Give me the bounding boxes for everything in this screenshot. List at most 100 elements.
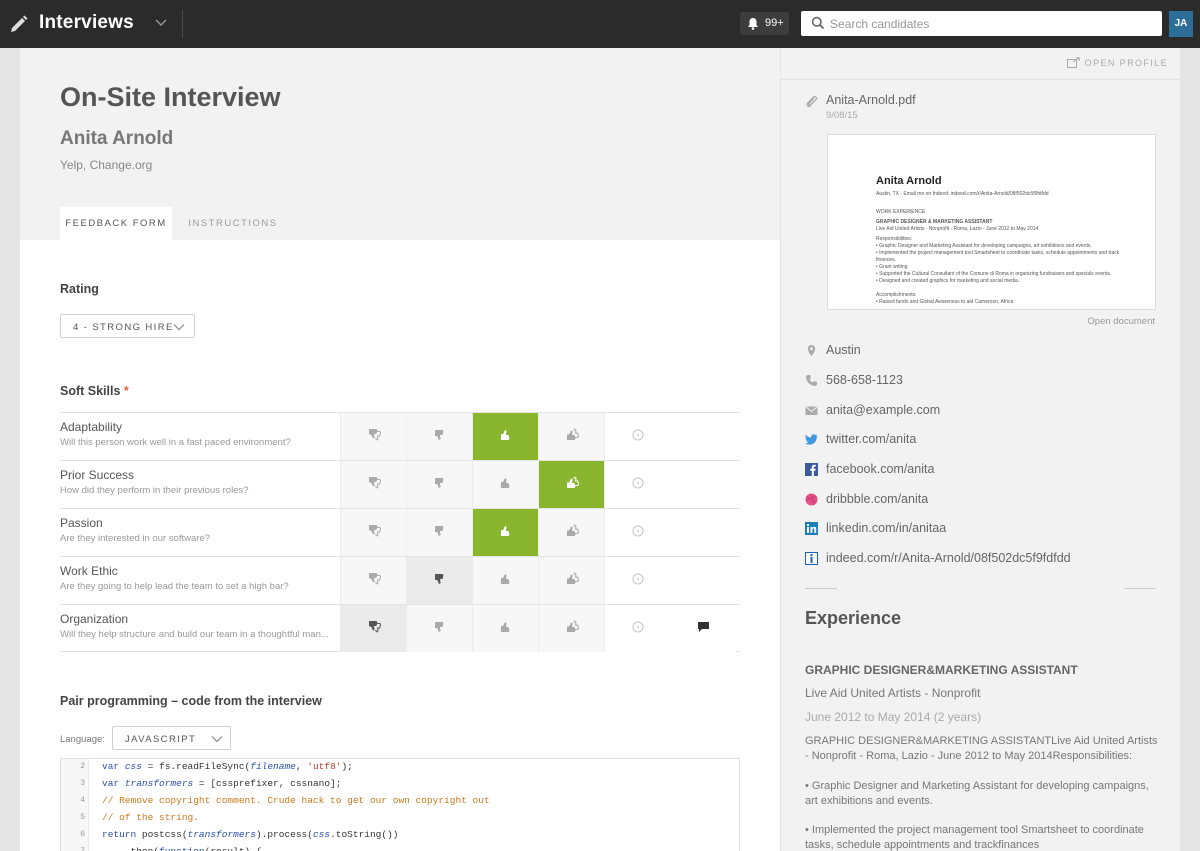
skill-label: Adaptability bbox=[60, 420, 123, 434]
thumb-down-button[interactable] bbox=[406, 509, 472, 556]
rating-label: Rating bbox=[60, 282, 99, 296]
open-document-link[interactable]: Open document bbox=[1087, 316, 1155, 327]
email-icon bbox=[805, 406, 818, 415]
contact-dribbble[interactable]: dribbble.com/anita bbox=[805, 491, 1165, 511]
skip-icon bbox=[632, 572, 644, 590]
language-select[interactable]: JAVASCRIPT bbox=[112, 726, 231, 750]
skip-button[interactable] bbox=[604, 461, 670, 508]
avatar[interactable]: JA bbox=[1169, 11, 1193, 37]
language-label: Language: bbox=[60, 734, 105, 745]
skill-row: Work Ethic Are they going to help lead t… bbox=[60, 556, 740, 604]
thumb-up-icon bbox=[500, 476, 512, 494]
comment-button[interactable] bbox=[670, 605, 736, 652]
skill-question: Will this person work well in a fast pac… bbox=[60, 437, 291, 448]
skip-button[interactable] bbox=[604, 509, 670, 556]
app-title[interactable]: Interviews bbox=[39, 12, 134, 34]
divider bbox=[781, 79, 1180, 80]
double-thumb-up-button[interactable] bbox=[538, 461, 604, 508]
skill-question: Are they interested in our software? bbox=[60, 533, 210, 544]
chevron-down-icon[interactable] bbox=[154, 15, 168, 29]
external-link-icon bbox=[1066, 57, 1080, 68]
double-thumb-down-icon bbox=[367, 572, 381, 590]
pencil-icon[interactable] bbox=[9, 13, 29, 33]
document-name[interactable]: Anita-Arnold.pdf bbox=[826, 93, 916, 107]
thumb-up-button[interactable] bbox=[472, 509, 538, 556]
chevron-down-icon bbox=[211, 736, 223, 743]
skill-row: Prior Success How did they perform in th… bbox=[60, 460, 740, 508]
open-profile-link[interactable]: OPEN PROFILE bbox=[1066, 57, 1168, 68]
contact-indeed[interactable]: indeed.com/r/Anita-Arnold/08f502dc5f9fdf… bbox=[805, 550, 1165, 570]
thumb-down-button[interactable] bbox=[406, 461, 472, 508]
thumb-up-icon bbox=[500, 572, 512, 590]
skip-icon bbox=[632, 476, 644, 494]
divider bbox=[805, 588, 837, 589]
dribbble-icon bbox=[805, 493, 818, 506]
code-section-label: Pair programming – code from the intervi… bbox=[60, 694, 322, 708]
candidate-companies: Yelp, Change.org bbox=[60, 158, 153, 172]
contact-phone[interactable]: 568-658-1123 bbox=[805, 372, 1165, 392]
double-thumb-up-button[interactable] bbox=[538, 509, 604, 556]
double-thumb-up-icon bbox=[565, 620, 579, 638]
tab-instructions[interactable]: INSTRUCTIONS bbox=[178, 207, 288, 240]
double-thumb-down-icon bbox=[367, 524, 381, 542]
double-thumb-up-button[interactable] bbox=[538, 557, 604, 604]
skip-icon bbox=[632, 428, 644, 446]
thumb-up-button[interactable] bbox=[472, 605, 538, 652]
double-thumb-down-button[interactable] bbox=[340, 461, 406, 508]
chevron-down-icon bbox=[173, 324, 185, 331]
notification-count: 99+ bbox=[765, 17, 784, 29]
thumb-up-button[interactable] bbox=[472, 557, 538, 604]
contact-twitter[interactable]: twitter.com/anita bbox=[805, 431, 1165, 451]
divider bbox=[1124, 588, 1156, 589]
thumb-down-button[interactable] bbox=[406, 605, 472, 652]
experience-org: Live Aid United Artists - Nonprofit bbox=[805, 686, 981, 700]
thumb-down-icon bbox=[434, 524, 446, 542]
double-thumb-down-button[interactable] bbox=[340, 557, 406, 604]
rating-select[interactable]: 4 - STRONG HIRE bbox=[60, 314, 195, 338]
candidate-profile-panel: OPEN PROFILE Anita-Arnold.pdf 9/08/15 An… bbox=[780, 48, 1180, 851]
thumb-down-button[interactable] bbox=[406, 557, 472, 604]
location-pin-icon bbox=[807, 345, 816, 356]
soft-skills-label: Soft Skills * bbox=[60, 384, 129, 398]
code-line: 7 .then(function(result) { bbox=[61, 844, 741, 851]
code-line: 5 // of the string. bbox=[80, 812, 199, 823]
experience-summary: GRAPHIC DESIGNER&MARKETING ASSISTANTLive… bbox=[805, 735, 1158, 762]
skill-label: Organization bbox=[60, 612, 129, 626]
skip-icon bbox=[632, 620, 644, 638]
feedback-panel: On-Site Interview Anita Arnold Yelp, Cha… bbox=[20, 48, 780, 851]
skip-button[interactable] bbox=[604, 557, 670, 604]
thumb-up-button[interactable] bbox=[472, 461, 538, 508]
notifications-button[interactable]: 99+ bbox=[740, 12, 789, 35]
skip-button[interactable] bbox=[604, 413, 670, 460]
double-thumb-down-button[interactable] bbox=[340, 413, 406, 460]
search-input[interactable] bbox=[830, 11, 1150, 36]
phone-icon bbox=[806, 375, 817, 386]
bell-icon bbox=[748, 18, 758, 30]
search-box[interactable] bbox=[801, 11, 1162, 36]
skip-button[interactable] bbox=[604, 605, 670, 652]
double-thumb-up-button[interactable] bbox=[538, 413, 604, 460]
contact-email[interactable]: anita@example.com bbox=[805, 402, 1165, 422]
search-icon bbox=[811, 16, 825, 30]
thumb-up-button[interactable] bbox=[472, 413, 538, 460]
thumb-down-icon bbox=[434, 620, 446, 638]
contact-facebook[interactable]: facebook.com/anita bbox=[805, 461, 1165, 481]
code-line: 6 return postcss(transformers).process(c… bbox=[80, 829, 399, 840]
top-bar: Interviews 99+ JA bbox=[0, 0, 1200, 48]
double-thumb-down-button[interactable] bbox=[340, 605, 406, 652]
double-thumb-up-icon bbox=[565, 428, 579, 446]
preview-name: Anita Arnold bbox=[876, 175, 942, 187]
contact-linkedin[interactable]: linkedin.com/in/anitaa bbox=[805, 520, 1165, 540]
thumb-down-button[interactable] bbox=[406, 413, 472, 460]
double-thumb-up-icon bbox=[565, 572, 579, 590]
thumb-up-icon bbox=[500, 524, 512, 542]
double-thumb-up-button[interactable] bbox=[538, 605, 604, 652]
divider bbox=[182, 10, 183, 38]
skill-row: Passion Are they interested in our softw… bbox=[60, 508, 740, 556]
code-editor[interactable]: 2 var css = fs.readFileSync(filename, 'u… bbox=[60, 758, 740, 851]
tab-feedback-form[interactable]: FEEDBACK FORM bbox=[60, 207, 172, 240]
thumb-down-icon bbox=[434, 572, 446, 590]
double-thumb-down-button[interactable] bbox=[340, 509, 406, 556]
contact-location: Austin bbox=[805, 342, 1165, 362]
resume-preview[interactable]: Anita Arnold Austin, TX · Email me on In… bbox=[827, 134, 1156, 310]
